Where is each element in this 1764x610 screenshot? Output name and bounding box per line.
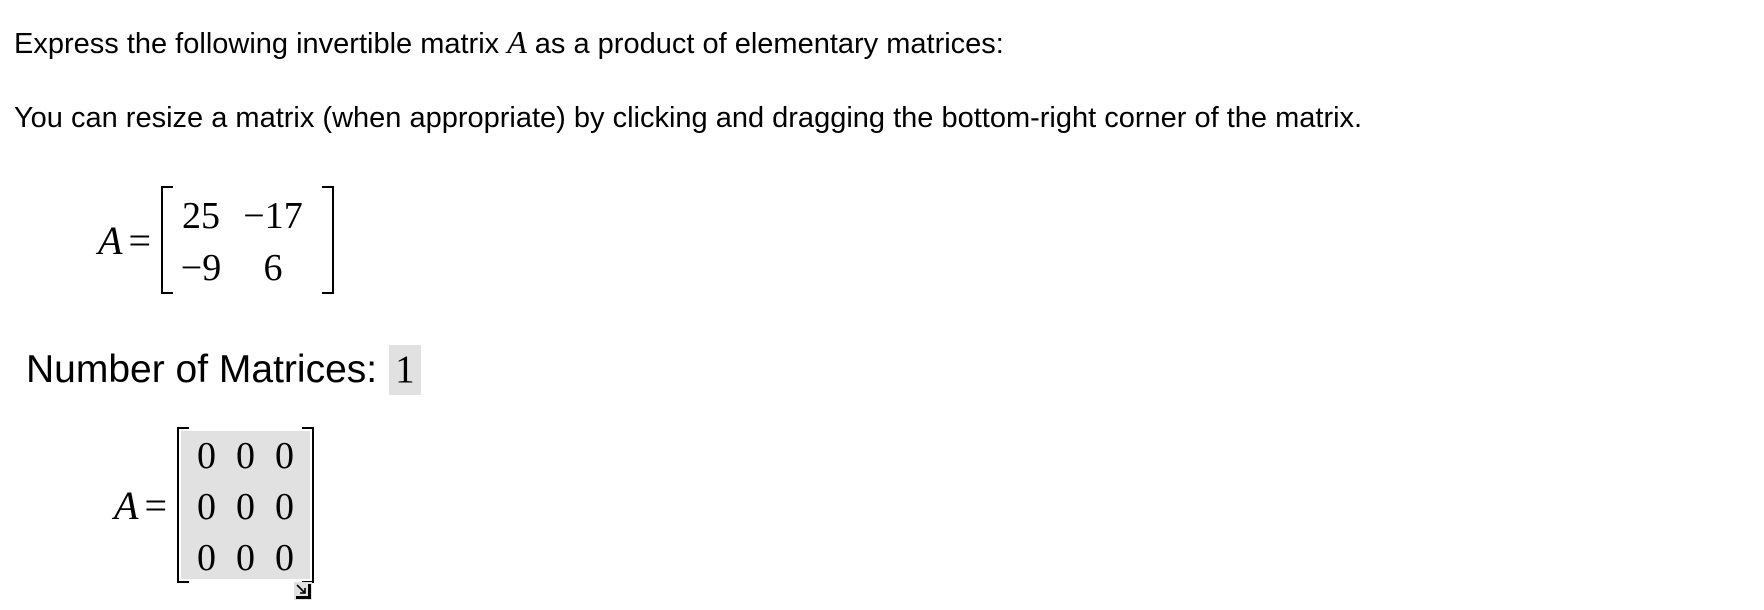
- number-of-matrices-input[interactable]: 1: [389, 345, 421, 395]
- answer-matrix: 0 0 0 0 0 0 0 0 0: [177, 427, 314, 600]
- answer-cell-r3c2[interactable]: 0: [226, 533, 265, 584]
- number-of-matrices-row: Number of Matrices: 1: [26, 345, 421, 395]
- answer-matrix-variable: A: [114, 482, 139, 528]
- answer-cell-r2c2[interactable]: 0: [226, 482, 265, 533]
- equals-sign: =: [144, 482, 167, 528]
- matrix-cell-r2c1: −9: [180, 247, 222, 289]
- given-matrix-equation: A = 25 −17 −9 6: [98, 186, 334, 294]
- number-of-matrices-label: Number of Matrices:: [26, 348, 378, 391]
- instruction-text-end: as a product of elementary matrices:: [526, 28, 1004, 60]
- matrix-variable: A: [507, 24, 527, 60]
- given-matrix-grid: 25 −17 −9 6: [173, 190, 317, 294]
- answer-cell-r3c1[interactable]: 0: [187, 533, 226, 584]
- given-matrix: 25 −17 −9 6: [161, 186, 334, 294]
- matrix-cell-r1c2: −17: [243, 195, 303, 237]
- answer-matrix-grid: 0 0 0 0 0 0 0 0 0: [187, 431, 304, 584]
- matrix-cell-r1c1: 25: [182, 195, 220, 237]
- equals-sign: =: [128, 217, 151, 263]
- answer-cell-r1c3[interactable]: 0: [265, 431, 304, 482]
- answer-cell-r2c3[interactable]: 0: [265, 482, 304, 533]
- instruction-text: Express the following invertible matrix …: [14, 24, 1004, 62]
- given-matrix-variable: A: [98, 217, 123, 263]
- answer-cell-r1c2[interactable]: 0: [226, 431, 265, 482]
- answer-cell-r2c1[interactable]: 0: [187, 482, 226, 533]
- resize-corner-icon[interactable]: [294, 563, 312, 600]
- answer-matrix-equation: A = 0 0 0 0 0 0 0 0 0: [114, 427, 314, 600]
- answer-cell-r1c1[interactable]: 0: [187, 431, 226, 482]
- right-bracket: [322, 186, 334, 294]
- instruction-text-start: Express the following invertible matrix: [14, 28, 508, 60]
- left-bracket: [161, 186, 173, 294]
- matrix-cell-r2c2: 6: [263, 247, 283, 289]
- resize-hint-text: You can resize a matrix (when appropriat…: [14, 102, 1363, 134]
